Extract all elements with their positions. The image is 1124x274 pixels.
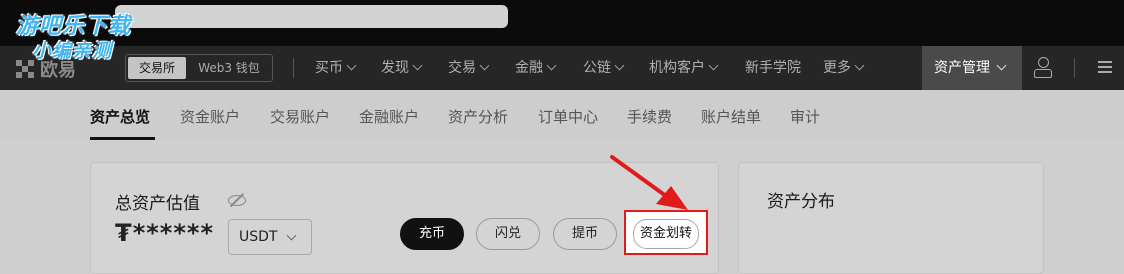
- red-arrow-icon: [610, 155, 688, 210]
- watermark-logo: 游吧乐下载 小编亲测: [10, 8, 150, 64]
- watermark-line2: 小编亲测: [32, 40, 113, 62]
